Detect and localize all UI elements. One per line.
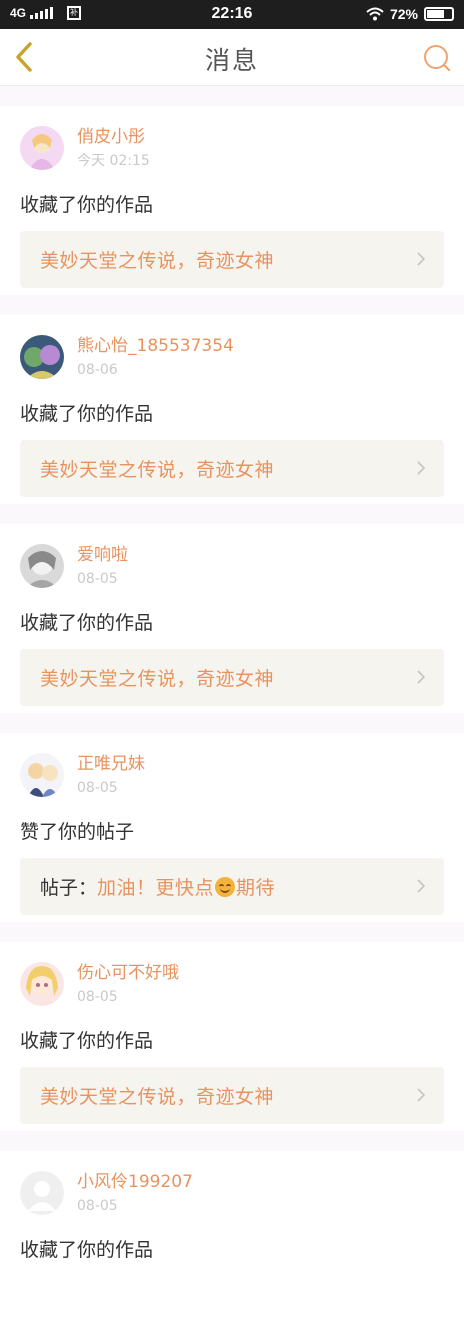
avatar[interactable] <box>20 962 64 1006</box>
post-title: 加油！更快点 期待 <box>97 877 276 899</box>
timestamp: 08-05 <box>77 571 118 587</box>
username[interactable]: 俏皮小彤 <box>77 125 150 149</box>
avatar[interactable] <box>20 1171 64 1215</box>
message-item[interactable]: 俏皮小彤 今天 02:15 收藏了你的作品 美妙天堂之传说，奇迹女神 <box>0 106 464 295</box>
chevron-right-icon <box>417 670 426 684</box>
username[interactable]: 爱响啦 <box>77 543 128 567</box>
message-item[interactable]: 熊心怡_185537354 08-06 收藏了你的作品 美妙天堂之传说，奇迹女神 <box>0 315 464 504</box>
status-bar: 4G 补 22:16 72% <box>0 0 464 29</box>
work-link[interactable]: 美妙天堂之传说，奇迹女神 <box>20 440 444 497</box>
chevron-right-icon <box>417 1088 426 1102</box>
avatar[interactable] <box>20 126 64 170</box>
message-item[interactable]: 爱响啦 08-05 收藏了你的作品 美妙天堂之传说，奇迹女神 <box>0 524 464 713</box>
work-title: 美妙天堂之传说，奇迹女神 <box>40 1086 275 1108</box>
work-title: 美妙天堂之传说，奇迹女神 <box>40 459 275 481</box>
action-text: 收藏了你的作品 <box>20 403 154 425</box>
action-text: 收藏了你的作品 <box>20 612 154 634</box>
battery-icon <box>424 7 454 21</box>
timestamp: 08-05 <box>77 989 118 1005</box>
avatar[interactable] <box>20 335 64 379</box>
message-item[interactable]: 正唯兄妹 08-05 赞了你的帖子 帖子： 加油！更快点 期待 <box>0 733 464 922</box>
timestamp: 08-05 <box>77 780 118 796</box>
chevron-right-icon <box>417 461 426 475</box>
nav-bar: 消息 <box>0 29 464 86</box>
username[interactable]: 正唯兄妹 <box>77 752 145 776</box>
message-item[interactable]: 小风伶199207 08-05 收藏了你的作品 <box>0 1151 464 1340</box>
timestamp: 08-05 <box>77 1198 118 1214</box>
battery-percent: 72% <box>389 6 418 22</box>
action-text: 收藏了你的作品 <box>20 1239 154 1261</box>
work-title: 美妙天堂之传说，奇迹女神 <box>40 668 275 690</box>
smiling-face-emoji-icon <box>215 877 236 897</box>
timestamp: 08-06 <box>77 362 118 378</box>
avatar[interactable] <box>20 753 64 797</box>
page-title: 消息 <box>204 46 259 75</box>
work-title: 美妙天堂之传说，奇迹女神 <box>40 250 275 272</box>
work-link[interactable]: 美妙天堂之传说，奇迹女神 <box>20 649 444 706</box>
action-text: 收藏了你的作品 <box>20 194 154 216</box>
action-text: 赞了你的帖子 <box>20 821 135 843</box>
chevron-right-icon <box>417 252 426 266</box>
username[interactable]: 熊心怡_185537354 <box>77 334 234 358</box>
work-link[interactable]: 美妙天堂之传说，奇迹女神 <box>20 1067 444 1124</box>
post-link[interactable]: 帖子： 加油！更快点 期待 <box>20 858 444 915</box>
avatar[interactable] <box>20 544 64 588</box>
action-text: 收藏了你的作品 <box>20 1030 154 1052</box>
search-icon[interactable] <box>422 43 452 73</box>
username[interactable]: 小风伶199207 <box>77 1170 193 1194</box>
post-prefix: 帖子： <box>40 877 98 899</box>
message-item[interactable]: 伤心可不好哦 08-05 收藏了你的作品 美妙天堂之传说，奇迹女神 <box>0 942 464 1131</box>
chevron-right-icon <box>417 879 426 893</box>
wifi-icon <box>366 7 384 21</box>
username[interactable]: 伤心可不好哦 <box>77 961 179 985</box>
timestamp: 今天 02:15 <box>77 153 150 169</box>
work-link[interactable]: 美妙天堂之传说，奇迹女神 <box>20 231 444 288</box>
